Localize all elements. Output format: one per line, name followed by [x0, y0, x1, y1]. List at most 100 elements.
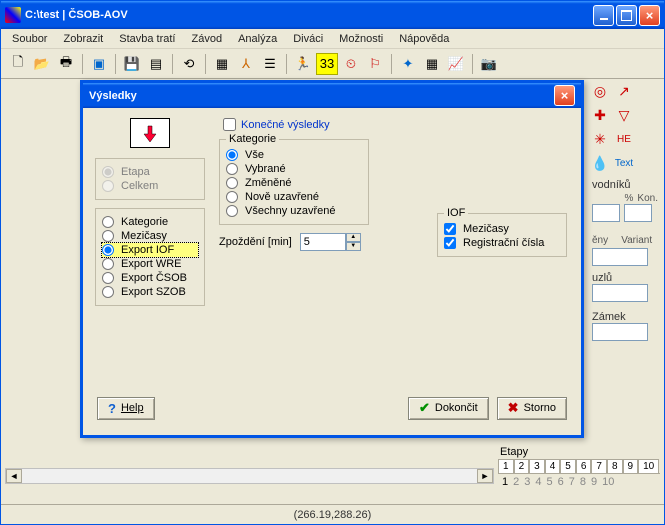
label-eny: ěny — [592, 235, 608, 246]
minimize-button[interactable] — [593, 5, 614, 26]
cancel-button[interactable]: ✖Storno — [497, 397, 567, 420]
zpozdeni-spinner[interactable]: ▲ ▼ — [300, 233, 361, 251]
tb-camera-icon[interactable]: 📷 — [478, 53, 500, 75]
radio-label: Celkem — [121, 180, 158, 192]
tb-grid-icon[interactable]: ▦ — [211, 53, 233, 75]
label-pct: % — [592, 193, 633, 204]
circle-icon[interactable]: ◎ — [592, 83, 608, 99]
etapy-num: 10 — [602, 476, 614, 488]
tb-tree-icon[interactable]: ⅄ — [235, 53, 257, 75]
menu-soubor[interactable]: Soubor — [5, 31, 54, 47]
maximize-button[interactable] — [616, 5, 637, 26]
kat-nove[interactable]: Nově uzavřené — [226, 190, 362, 204]
etapy-num: 6 — [558, 476, 564, 488]
menu-divaci[interactable]: Diváci — [286, 31, 330, 47]
etapy-tab[interactable]: 5 — [560, 459, 576, 473]
tb-clock-icon[interactable]: ⏲ — [340, 53, 362, 75]
line-icon[interactable]: ↗ — [616, 83, 632, 99]
etapy-tab[interactable]: 2 — [514, 459, 530, 473]
scroll-left-icon[interactable]: ◄ — [6, 469, 22, 483]
etapy-numbers: 1 2 3 4 5 6 7 8 9 10 — [498, 473, 660, 490]
field-zamek[interactable] — [592, 323, 648, 341]
zpozdeni-label: Zpoždění [min] — [219, 236, 292, 248]
tb-flag-icon[interactable]: ⚐ — [364, 53, 386, 75]
menu-analyza[interactable]: Analýza — [231, 31, 284, 47]
kat-vsechny[interactable]: Všechny uzavřené — [226, 204, 362, 218]
he-icon[interactable]: HE — [616, 131, 632, 147]
scroll-right-icon[interactable]: ► — [477, 469, 493, 483]
label-uzlu: uzlů — [592, 272, 658, 284]
menu-zavod[interactable]: Závod — [185, 31, 230, 47]
zpozdeni-input[interactable] — [300, 233, 346, 251]
konecne-checkbox[interactable]: Konečné výsledky — [223, 118, 569, 131]
tb-table-icon[interactable]: ▦ — [421, 53, 443, 75]
help-button[interactable]: ?Help — [97, 397, 155, 420]
field-variant[interactable] — [592, 248, 648, 266]
radio-label: Mezičasy — [121, 230, 167, 242]
tb-chart-icon[interactable]: 📈 — [445, 53, 467, 75]
radio-export-szob[interactable]: Export SZOB — [102, 285, 198, 299]
tb-print-icon[interactable]: 🖶 — [55, 53, 77, 75]
field-uzlu[interactable] — [592, 284, 648, 302]
kat-zmenene[interactable]: Změněné — [226, 176, 362, 190]
spin-up-icon[interactable]: ▲ — [346, 233, 361, 242]
etapy-tab[interactable]: 4 — [545, 459, 561, 473]
etapy-tab[interactable]: 8 — [607, 459, 623, 473]
status-coords: (266.19,288.26) — [294, 509, 372, 521]
radio-label: Nově uzavřené — [245, 191, 319, 203]
spin-down-icon[interactable]: ▼ — [346, 242, 361, 251]
radio-kategorie[interactable]: Kategorie — [102, 215, 198, 229]
etapy-tab[interactable]: 10 — [638, 459, 659, 473]
etapy-tab[interactable]: 9 — [623, 459, 639, 473]
dialog-close-button[interactable]: × — [554, 85, 575, 106]
plus-icon[interactable]: ✚ — [592, 107, 608, 123]
tb-screen-icon[interactable]: ▣ — [88, 53, 110, 75]
button-label: Dokončit — [435, 402, 478, 414]
field-pct[interactable] — [592, 204, 620, 222]
vysledky-dialog: Výsledky × Etapa Celkem Kategorie Meziča… — [80, 80, 584, 438]
konecne-input[interactable] — [223, 118, 236, 131]
radio-mezicasy[interactable]: Mezičasy — [102, 229, 198, 243]
iof-reg-check[interactable]: Registrační čísla — [444, 236, 560, 250]
tb-link-icon[interactable]: ⟲ — [178, 53, 200, 75]
window-title: C:\test | ČSOB-AOV — [25, 9, 593, 21]
kat-vse[interactable]: Vše — [226, 148, 362, 162]
ok-button[interactable]: ✔Dokončit — [408, 397, 489, 420]
field-kon[interactable] — [624, 204, 652, 222]
dialog-titlebar: Výsledky × — [83, 83, 581, 108]
etapy-caption: Etapy — [498, 445, 660, 459]
tb-save-icon[interactable]: 💾 — [121, 53, 143, 75]
etapy-tab[interactable]: 1 — [498, 459, 514, 473]
etapy-tab[interactable]: 6 — [576, 459, 592, 473]
etapy-tab[interactable]: 3 — [529, 459, 545, 473]
tb-run-icon[interactable]: 🏃 — [292, 53, 314, 75]
tb-sparkle-icon[interactable]: ✦ — [397, 53, 419, 75]
iof-mezicasy-check[interactable]: Mezičasy — [444, 222, 560, 236]
etapy-num: 1 — [502, 476, 508, 488]
dialog-title: Výsledky — [89, 90, 554, 102]
star-icon[interactable]: ✳ — [592, 131, 608, 147]
triangle-icon[interactable]: ▽ — [616, 107, 632, 123]
tb-open-icon[interactable]: 📂 — [31, 53, 53, 75]
kat-vybrane[interactable]: Vybrané — [226, 162, 362, 176]
button-label: Help — [121, 402, 144, 414]
tb-list-icon[interactable]: ☰ — [259, 53, 281, 75]
menu-stavba[interactable]: Stavba tratí — [112, 31, 182, 47]
radio-export-iof[interactable]: Export IOF — [102, 243, 198, 257]
radio-celkem: Celkem — [102, 179, 198, 193]
text-icon[interactable]: Text — [616, 155, 632, 171]
label-zamek: Zámek — [592, 311, 658, 323]
radio-export-csob[interactable]: Export ČSOB — [102, 271, 198, 285]
radio-label: Všechny uzavřené — [245, 205, 336, 217]
menu-zobrazit[interactable]: Zobrazit — [56, 31, 110, 47]
menu-napoveda[interactable]: Nápověda — [392, 31, 456, 47]
tb-new-icon[interactable]: 🗋 — [7, 53, 29, 75]
horizontal-scrollbar[interactable]: ◄ ► — [5, 468, 494, 484]
tb-doc-icon[interactable]: ▤ — [145, 53, 167, 75]
close-button[interactable]: × — [639, 5, 660, 26]
etapy-tab[interactable]: 7 — [591, 459, 607, 473]
water-icon[interactable]: 💧 — [592, 155, 608, 171]
radio-export-wre[interactable]: Export WRE — [102, 257, 198, 271]
menu-moznosti[interactable]: Možnosti — [332, 31, 390, 47]
tb-num-icon[interactable]: 33 — [316, 53, 338, 75]
